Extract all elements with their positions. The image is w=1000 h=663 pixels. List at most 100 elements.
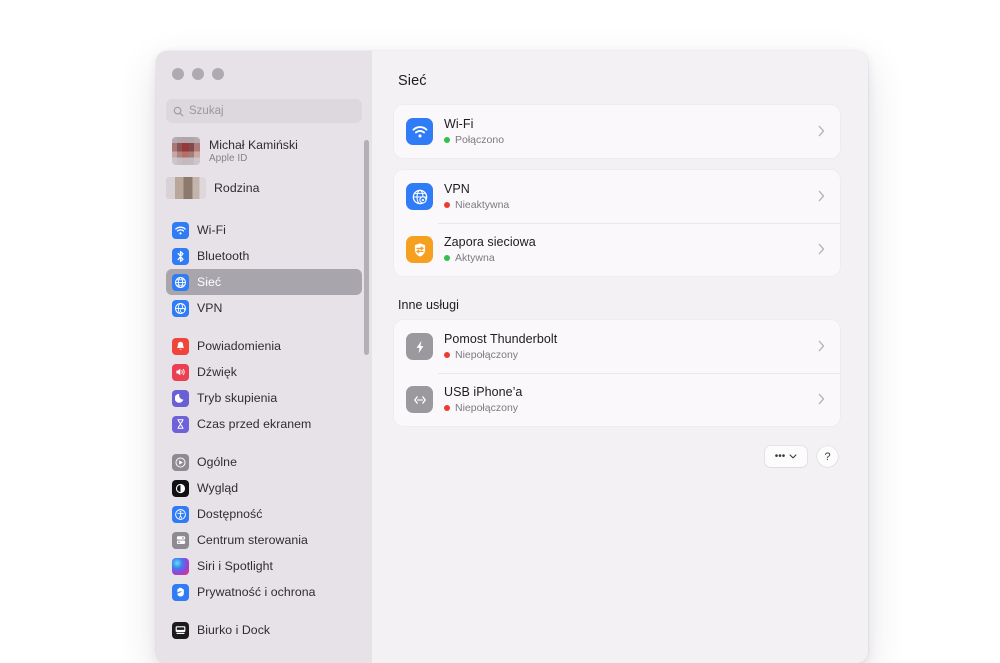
row-text: Pomost Thunderbolt Niepołączony [444, 332, 807, 361]
sidebar-item-sound[interactable]: Dźwięk [166, 359, 362, 385]
sidebar-item-accessibility[interactable]: Dostępność [166, 501, 362, 527]
status-dot-green [444, 255, 450, 261]
accessibility-icon [172, 506, 189, 523]
chevron-right-icon[interactable] [818, 243, 827, 257]
row-text: Zapora sieciowa Aktywna [444, 235, 807, 264]
sidebar-scrollbar[interactable] [364, 140, 369, 355]
siri-icon [172, 558, 189, 575]
sidebar-item-label: Dźwięk [197, 365, 237, 379]
account-name: Michał Kamiński [209, 138, 298, 152]
row-status: Niepołączony [444, 349, 807, 361]
sidebar-item-label: Dostępność [197, 507, 262, 521]
row-firewall[interactable]: Zapora sieciowa Aktywna [394, 223, 840, 276]
status-dot-red [444, 352, 450, 358]
row-title: Zapora sieciowa [444, 235, 807, 249]
chevron-right-icon[interactable] [818, 340, 827, 354]
sidebar-scroll-area: Michał Kamiński Apple ID Rodzina [156, 127, 372, 663]
sidebar-divider [166, 605, 362, 617]
sidebar-item-siri-spotlight[interactable]: Siri i Spotlight [166, 553, 362, 579]
row-title: USB iPhone’a [444, 385, 807, 399]
chevron-right-icon[interactable] [818, 190, 827, 204]
row-status: Połączono [444, 134, 807, 146]
status-dot-green [444, 137, 450, 143]
sidebar-item-label: Wygląd [197, 481, 238, 495]
row-usb-iphone[interactable]: USB iPhone’a Niepołączony [394, 373, 840, 426]
zoom-button[interactable] [212, 68, 224, 80]
status-label: Nieaktywna [455, 199, 509, 211]
sidebar: Michał Kamiński Apple ID Rodzina [156, 51, 372, 663]
status-dot-red [444, 202, 450, 208]
row-wifi[interactable]: Wi-Fi Połączono [394, 105, 840, 158]
chevron-right-icon[interactable] [818, 125, 827, 139]
sidebar-item-apple-id[interactable]: Michał Kamiński Apple ID [166, 131, 362, 171]
sidebar-item-label: Wi-Fi [197, 223, 226, 237]
sidebar-item-appearance[interactable]: Wygląd [166, 475, 362, 501]
search-field[interactable] [166, 99, 362, 123]
sidebar-item-control-center[interactable]: Centrum sterowania [166, 527, 362, 553]
sidebar-item-vpn[interactable]: VPN [166, 295, 362, 321]
content-pane: Sieć Wi-Fi Połączono [372, 51, 868, 663]
status-label: Połączono [455, 134, 504, 146]
speaker-icon [172, 364, 189, 381]
firewall-icon [406, 236, 433, 263]
sidebar-item-notifications[interactable]: Powiadomienia [166, 333, 362, 359]
section-title-other-services: Inne usługi [398, 298, 840, 312]
sidebar-item-network[interactable]: Sieć [166, 269, 362, 295]
more-options-label: ••• [775, 451, 786, 462]
account-subtitle: Apple ID [209, 153, 298, 165]
row-title: VPN [444, 182, 807, 196]
system-settings-window: Michał Kamiński Apple ID Rodzina [156, 51, 868, 663]
sidebar-item-label: Biurko i Dock [197, 623, 270, 637]
sidebar-item-focus[interactable]: Tryb skupienia [166, 385, 362, 411]
sidebar-item-label: Tryb skupienia [197, 391, 277, 405]
sidebar-item-label: Centrum sterowania [197, 533, 308, 547]
control-center-icon [172, 532, 189, 549]
privacy-hand-icon [172, 584, 189, 601]
sidebar-item-label: Sieć [197, 275, 221, 289]
avatar [172, 137, 200, 165]
search-icon [173, 106, 184, 117]
footer-actions: ••• ? [394, 446, 840, 467]
help-button[interactable]: ? [817, 446, 838, 467]
row-thunderbolt-bridge[interactable]: Pomost Thunderbolt Niepołączony [394, 320, 840, 373]
traffic-lights [156, 51, 372, 92]
sidebar-item-bluetooth[interactable]: Bluetooth [166, 243, 362, 269]
status-label: Niepołączony [455, 402, 518, 414]
sidebar-item-wifi[interactable]: Wi-Fi [166, 217, 362, 243]
status-label: Aktywna [455, 252, 495, 264]
close-button[interactable] [172, 68, 184, 80]
sidebar-item-label: Czas przed ekranem [197, 417, 311, 431]
help-label: ? [824, 451, 830, 463]
wifi-icon [172, 222, 189, 239]
minimize-button[interactable] [192, 68, 204, 80]
status-label: Niepołączony [455, 349, 518, 361]
account-text: Michał Kamiński Apple ID [209, 138, 298, 165]
sidebar-item-privacy-security[interactable]: Prywatność i ochrona [166, 579, 362, 605]
row-vpn[interactable]: VPN Nieaktywna [394, 170, 840, 223]
chevron-right-icon[interactable] [818, 393, 827, 407]
vpn-globe-icon [172, 300, 189, 317]
sidebar-item-label: Siri i Spotlight [197, 559, 273, 573]
sidebar-item-label: Prywatność i ochrona [197, 585, 316, 599]
card-vpn-firewall: VPN Nieaktywna [394, 170, 840, 276]
page-title: Sieć [398, 73, 840, 89]
sidebar-item-general[interactable]: Ogólne [166, 449, 362, 475]
sidebar-item-label: VPN [197, 301, 222, 315]
vpn-globe-icon [406, 183, 433, 210]
search-input[interactable] [189, 105, 355, 117]
wifi-icon [406, 118, 433, 145]
bell-icon [172, 338, 189, 355]
family-label: Rodzina [214, 181, 259, 195]
usb-bridge-icon [406, 386, 433, 413]
desktop-dock-icon [172, 622, 189, 639]
chevron-down-icon [789, 454, 797, 459]
sidebar-item-screen-time[interactable]: Czas przed ekranem [166, 411, 362, 437]
row-text: Wi-Fi Połączono [444, 117, 807, 146]
sidebar-item-desktop-dock[interactable]: Biurko i Dock [166, 617, 362, 643]
sidebar-divider [166, 321, 362, 333]
sidebar-item-family[interactable]: Rodzina [166, 171, 362, 205]
row-text: USB iPhone’a Niepołączony [444, 385, 807, 414]
general-gear-icon [172, 454, 189, 471]
status-dot-red [444, 405, 450, 411]
more-options-button[interactable]: ••• [765, 446, 807, 467]
